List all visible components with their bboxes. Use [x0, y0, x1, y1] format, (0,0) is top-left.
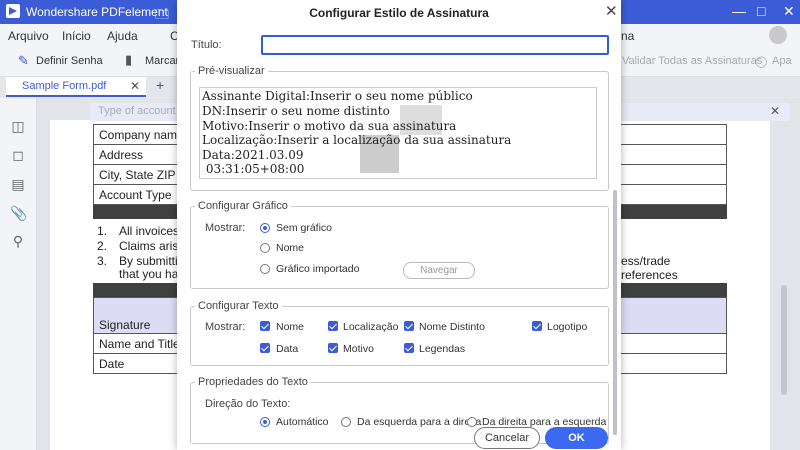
pen-icon: ✎ — [18, 53, 29, 68]
checkbox-logotipo-label[interactable]: Logotipo — [547, 321, 587, 333]
menu-inicio[interactable]: Início — [62, 29, 91, 43]
graphic-config-legend: Configurar Gráfico — [198, 200, 288, 212]
checkbox-localizacao-label[interactable]: Localização — [343, 321, 398, 333]
form-notice-text: Type of account — [98, 105, 176, 117]
preview-line: Localização:Inserir a localização da sua… — [202, 133, 512, 147]
search-icon[interactable]: ⚲ — [10, 233, 26, 249]
checkbox-legendas[interactable] — [404, 343, 414, 353]
text-direction-label: Direção do Texto: — [205, 398, 291, 410]
menu-assinatura-partial[interactable]: na — [621, 29, 634, 43]
radio-nome-label[interactable]: Nome — [276, 242, 304, 254]
list-item: By submittin — [119, 254, 185, 268]
text-config-group: Configurar Texto — [190, 300, 609, 366]
radio-direita-esquerda[interactable] — [467, 417, 477, 427]
pdfelement-logo-icon — [6, 4, 20, 18]
add-tab-button[interactable]: + — [156, 77, 164, 93]
checkbox-nome-distinto[interactable] — [404, 321, 414, 331]
mark-button[interactable]: Marcar — [145, 55, 179, 67]
ok-button[interactable]: OK — [545, 427, 608, 449]
dialog-scrollbar[interactable] — [613, 190, 617, 435]
list-item-right-text: ess/trade references — [621, 254, 678, 282]
validate-all-button[interactable]: Validar Todas as Assinaturas — [622, 55, 762, 67]
minimize-icon[interactable]: — — [732, 3, 746, 19]
avatar[interactable] — [769, 26, 787, 44]
row-label: Company name — [99, 128, 184, 142]
window-close-icon[interactable]: ✕ — [783, 3, 795, 20]
radio-nome[interactable] — [260, 243, 270, 253]
app-title: Wondershare PDFelement — [26, 5, 168, 19]
titulo-label: Título: — [191, 39, 222, 51]
menu-arquivo[interactable]: Arquivo — [8, 29, 49, 43]
checkbox-motivo[interactable] — [328, 343, 338, 353]
bookmark-icon[interactable]: ◻ — [10, 147, 26, 163]
cancel-button[interactable]: Cancelar — [474, 427, 540, 449]
scrollbar-thumb[interactable] — [781, 285, 787, 395]
radio-automatico[interactable] — [260, 417, 270, 427]
list-item-continuation: that you hav — [119, 267, 185, 281]
preview-line: Motivo:Inserir o motivo da sua assinatur… — [202, 119, 457, 133]
signature-style-dialog: Configurar Estilo de Assinatura ✕ Título… — [177, 0, 621, 450]
radio-automatico-label[interactable]: Automático — [276, 416, 329, 428]
graphic-show-label: Mostrar: — [205, 222, 246, 234]
tab-label: Sample Form.pdf — [22, 80, 107, 92]
checkbox-legendas-label[interactable]: Legendas — [419, 343, 465, 355]
menu-ajuda[interactable]: Ajuda — [107, 29, 138, 43]
checkbox-nome-distinto-label[interactable]: Nome Distinto — [419, 321, 485, 333]
dialog-title: Configurar Estilo de Assinatura — [309, 6, 489, 20]
text-properties-legend: Propriedades do Texto — [198, 376, 308, 388]
browse-button[interactable]: Navegar — [403, 262, 475, 279]
list-item-number: 3. — [97, 254, 108, 268]
list-item-number: 1. — [97, 224, 108, 238]
thumbnails-icon[interactable]: ◫ — [10, 118, 26, 134]
preview-legend: Pré-visualizar — [198, 65, 265, 77]
comment-icon[interactable]: ▤ — [10, 176, 26, 192]
clear-button[interactable]: Apa — [772, 55, 792, 67]
row-label: Name and Title — [99, 337, 180, 351]
form-notice-close-icon[interactable]: ✕ — [770, 104, 780, 118]
maximize-icon[interactable]: □ — [757, 3, 765, 19]
checkbox-localizacao[interactable] — [328, 321, 338, 331]
dialog-close-icon[interactable]: ✕ — [605, 2, 618, 20]
row-label: Account Type — [99, 188, 172, 202]
checkbox-motivo-label[interactable]: Motivo — [343, 343, 374, 355]
text-config-legend: Configurar Texto — [198, 300, 279, 312]
preview-line: DN:Inserir o seu nome distinto — [202, 104, 390, 118]
graphic-config-group: Configurar Gráfico — [190, 200, 609, 289]
preview-line: Data:2021.03.09 — [202, 148, 304, 162]
preview-line: Assinante Digital:Inserir o seu nome púb… — [202, 89, 473, 103]
mark-icon: ▮ — [125, 52, 133, 67]
attachment-icon[interactable]: 📎 — [10, 205, 27, 221]
tab-sample-form[interactable]: Sample Form.pdf ✕ — [6, 77, 146, 97]
text-show-label: Mostrar: — [205, 321, 246, 333]
tab-close-icon[interactable]: ✕ — [130, 79, 140, 93]
checkbox-nome-label[interactable]: Nome — [276, 321, 304, 333]
define-password-button[interactable]: Definir Senha — [36, 55, 103, 67]
list-item-number: 2. — [97, 239, 108, 253]
preview-line: 03:31:05+08:00 — [202, 162, 305, 176]
row-label: Signature — [99, 318, 151, 332]
checkbox-nome[interactable] — [260, 321, 270, 331]
radio-grafico-importado-label[interactable]: Gráfico importado — [276, 263, 359, 275]
radio-esquerda-direita[interactable] — [341, 417, 351, 427]
checkbox-logotipo[interactable] — [532, 321, 542, 331]
row-label: Date — [99, 357, 125, 371]
titulo-input[interactable] — [261, 35, 609, 55]
radio-grafico-importado[interactable] — [260, 264, 270, 274]
radio-sem-grafico-label[interactable]: Sem gráfico — [276, 222, 332, 234]
radio-sem-grafico[interactable] — [260, 223, 270, 233]
row-label: City, State ZIP C — [99, 168, 188, 182]
checkbox-data-label[interactable]: Data — [276, 343, 298, 355]
radio-esquerda-direita-label[interactable]: Da esquerda para a direita — [357, 416, 481, 428]
clear-signatures-icon: ◯ — [755, 56, 768, 68]
checkbox-data[interactable] — [260, 343, 270, 353]
document-scrollbar[interactable] — [781, 100, 793, 445]
row-label: Address — [99, 148, 144, 162]
